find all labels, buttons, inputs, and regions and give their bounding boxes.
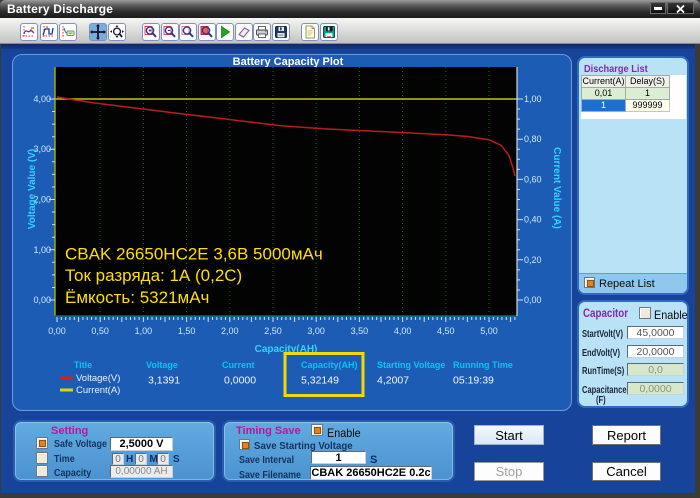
svg-text:Ёмкость: 5321мАч: Ёмкость: 5321мАч [65, 288, 209, 307]
svg-text:5,32149: 5,32149 [301, 375, 339, 387]
svg-text:05:19:39: 05:19:39 [453, 375, 494, 387]
svg-text:1,00: 1,00 [135, 326, 153, 336]
svg-text:Starting Voltage: Starting Voltage [377, 360, 445, 370]
svg-text:4,00: 4,00 [33, 94, 51, 104]
svg-text:4,50: 4,50 [437, 326, 455, 336]
svg-text:Capacity(AH): Capacity(AH) [301, 360, 358, 370]
svg-text:Voltage(V): Voltage(V) [76, 373, 120, 384]
svg-text:0,50: 0,50 [91, 326, 109, 336]
svg-text:0,80: 0,80 [524, 134, 542, 144]
svg-text:0,00: 0,00 [524, 295, 542, 305]
svg-text:Voltage: Voltage [146, 360, 178, 370]
svg-text:5,00: 5,00 [480, 326, 498, 336]
svg-text:4,2007: 4,2007 [377, 375, 409, 387]
svg-text:0,00: 0,00 [33, 295, 51, 305]
svg-text:0,0000: 0,0000 [224, 375, 256, 387]
svg-text:CBAK 26650HC2E 3,6В 5000мАч: CBAK 26650HC2E 3,6В 5000мАч [65, 245, 323, 264]
svg-text:1,00: 1,00 [33, 245, 51, 255]
svg-text:Title: Title [74, 360, 92, 370]
svg-text:3,1391: 3,1391 [148, 375, 180, 387]
svg-text:3,00: 3,00 [307, 326, 325, 336]
svg-text:0,20: 0,20 [524, 255, 542, 265]
svg-text:Battery Capacity Plot: Battery Capacity Plot [233, 56, 344, 68]
svg-text:0,60: 0,60 [524, 174, 542, 184]
svg-text:1,00: 1,00 [524, 94, 542, 104]
svg-text:Current: Current [222, 360, 255, 370]
svg-text:Ток разряда: 1А (0,2С): Ток разряда: 1А (0,2С) [65, 266, 242, 285]
svg-text:0,00: 0,00 [48, 326, 66, 336]
svg-text:3,50: 3,50 [351, 326, 369, 336]
svg-text:2,50: 2,50 [264, 326, 282, 336]
svg-text:1,50: 1,50 [178, 326, 196, 336]
svg-text:0,40: 0,40 [524, 215, 542, 225]
svg-text:2,00: 2,00 [221, 326, 239, 336]
svg-text:4,00: 4,00 [394, 326, 412, 336]
svg-text:Running Time: Running Time [453, 360, 513, 370]
svg-text:Voltage Value (V): Voltage Value (V) [27, 149, 38, 229]
svg-text:Current(A): Current(A) [76, 385, 120, 396]
svg-text:Current Value (A): Current Value (A) [551, 147, 562, 229]
